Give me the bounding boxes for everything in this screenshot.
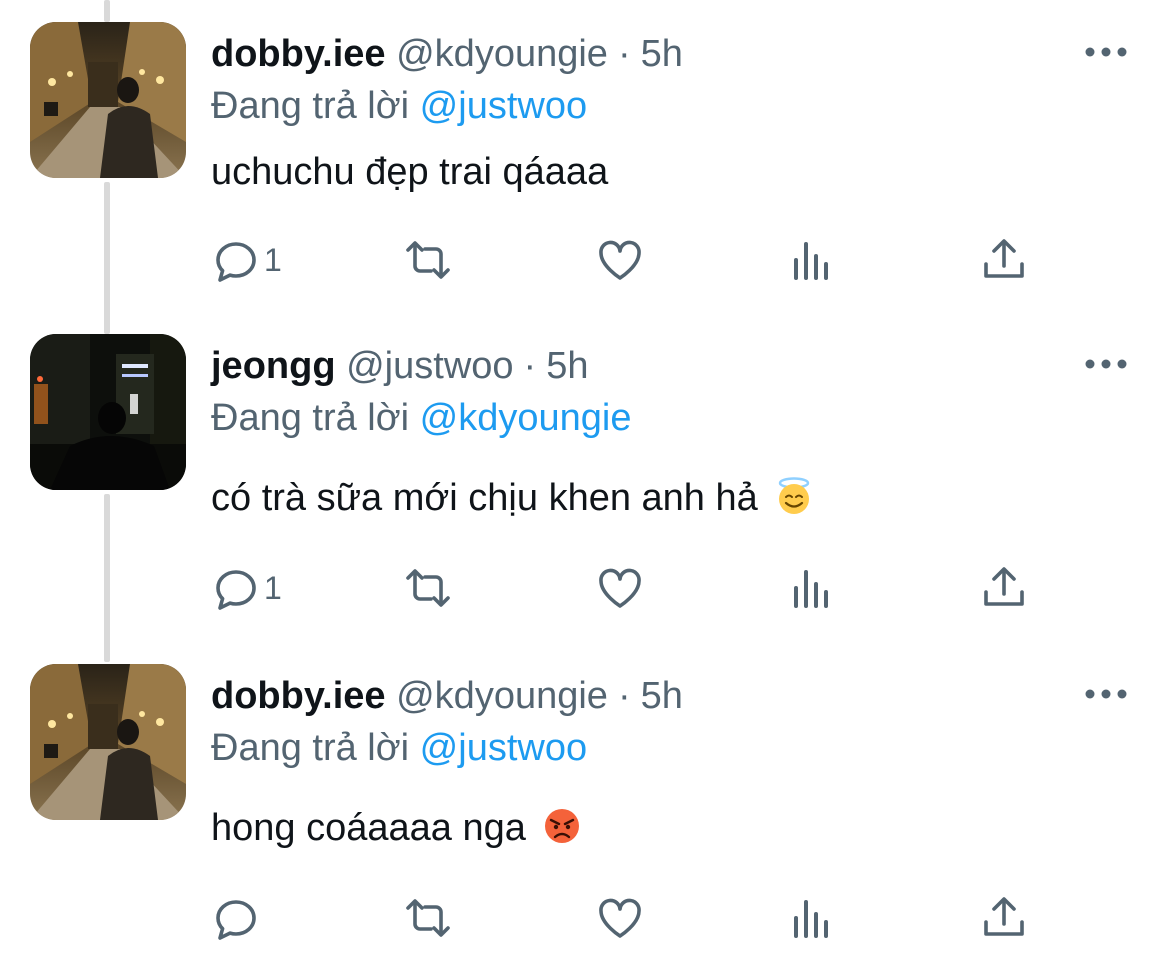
action-bar bbox=[0, 888, 1170, 948]
replying-to: Đang trả lời @justwoo bbox=[211, 82, 587, 130]
reply-count: 1 bbox=[264, 241, 282, 278]
retweet-button[interactable] bbox=[404, 558, 452, 618]
like-icon bbox=[599, 898, 641, 938]
share-button[interactable] bbox=[980, 230, 1028, 290]
angry-face-icon bbox=[545, 809, 580, 843]
share-button[interactable] bbox=[980, 558, 1028, 618]
separator: · bbox=[617, 675, 631, 717]
avatar[interactable] bbox=[30, 334, 186, 490]
mention-link[interactable]: @kdyoungie bbox=[420, 397, 632, 439]
mention-link[interactable]: @justwoo bbox=[420, 727, 587, 769]
reply-count: 1 bbox=[264, 569, 282, 606]
replying-label: Đang trả lời bbox=[211, 85, 410, 127]
smiling-face-with-halo-icon bbox=[779, 477, 810, 514]
tweet[interactable]: dobby.iee @kdyoungie · 5h Đang trả lời @ju… bbox=[0, 22, 1170, 312]
tweet-header: dobby.iee @kdyoungie · 5h bbox=[211, 672, 683, 720]
retweet-button[interactable] bbox=[404, 230, 452, 290]
reply-button[interactable] bbox=[212, 888, 264, 948]
views-icon bbox=[794, 570, 828, 608]
tweet[interactable]: jeongg @justwoo · 5h Đang trả lời @kdyoung… bbox=[0, 334, 1170, 634]
tweet[interactable]: dobby.iee @kdyoungie · 5h Đang trả lời @ju… bbox=[0, 664, 1170, 964]
action-bar: 1 bbox=[0, 230, 1170, 290]
replying-to: Đang trả lời @justwoo bbox=[211, 724, 587, 772]
timestamp[interactable]: 5h bbox=[641, 675, 683, 717]
replying-label: Đang trả lời bbox=[211, 727, 410, 769]
dark-city-night-photo bbox=[30, 334, 186, 490]
views-button[interactable] bbox=[788, 558, 836, 618]
tweet-text-content: uchuchu đẹp trai qáaaa bbox=[211, 151, 609, 193]
like-button[interactable] bbox=[596, 888, 644, 948]
reply-icon bbox=[216, 570, 256, 610]
display-name[interactable]: dobby.iee bbox=[211, 675, 386, 717]
avatar[interactable] bbox=[30, 664, 186, 820]
timestamp[interactable]: 5h bbox=[546, 345, 588, 387]
reply-icon bbox=[216, 900, 256, 940]
tweet-text: hong coáaaaa nga bbox=[211, 804, 582, 852]
like-icon bbox=[599, 568, 641, 608]
tweet-text: có trà sữa mới chịu khen anh hả bbox=[211, 474, 814, 522]
share-icon bbox=[984, 567, 1024, 606]
separator: · bbox=[617, 33, 631, 75]
timestamp[interactable]: 5h bbox=[641, 33, 683, 75]
retweet-icon bbox=[406, 899, 450, 937]
like-icon bbox=[599, 240, 641, 280]
tweet-text-content: hong coáaaaa nga bbox=[211, 807, 526, 849]
street-night-photo bbox=[30, 22, 186, 178]
share-icon bbox=[984, 897, 1024, 936]
tweet-text: uchuchu đẹp trai qáaaa bbox=[211, 148, 608, 196]
display-name[interactable]: jeongg bbox=[211, 345, 336, 387]
tweet-header: jeongg @justwoo · 5h bbox=[211, 342, 588, 390]
replying-label: Đang trả lời bbox=[211, 397, 410, 439]
more-icon[interactable] bbox=[1084, 44, 1128, 60]
replying-to: Đang trả lời @kdyoungie bbox=[211, 394, 632, 442]
views-icon bbox=[794, 242, 828, 280]
share-icon bbox=[984, 239, 1024, 278]
views-icon bbox=[794, 900, 828, 938]
share-button[interactable] bbox=[980, 888, 1028, 948]
user-handle[interactable]: @kdyoungie bbox=[396, 33, 608, 75]
reply-button[interactable]: 1 bbox=[212, 558, 282, 618]
avatar[interactable] bbox=[30, 22, 186, 178]
tweet-header: dobby.iee @kdyoungie · 5h bbox=[211, 30, 683, 78]
like-button[interactable] bbox=[596, 558, 644, 618]
thread-line bbox=[104, 0, 110, 22]
reply-button[interactable]: 1 bbox=[212, 230, 282, 290]
like-button[interactable] bbox=[596, 230, 644, 290]
action-bar: 1 bbox=[0, 558, 1170, 618]
views-button[interactable] bbox=[788, 888, 836, 948]
street-night-photo bbox=[30, 664, 186, 820]
more-icon[interactable] bbox=[1084, 686, 1128, 702]
reply-icon bbox=[216, 242, 256, 282]
mention-link[interactable]: @justwoo bbox=[420, 85, 587, 127]
user-handle[interactable]: @justwoo bbox=[346, 345, 513, 387]
user-handle[interactable]: @kdyoungie bbox=[396, 675, 608, 717]
more-icon[interactable] bbox=[1084, 356, 1128, 372]
tweet-text-content: có trà sữa mới chịu khen anh hả bbox=[211, 477, 758, 519]
separator: · bbox=[523, 345, 537, 387]
display-name[interactable]: dobby.iee bbox=[211, 33, 386, 75]
views-button[interactable] bbox=[788, 230, 836, 290]
retweet-button[interactable] bbox=[404, 888, 452, 948]
retweet-icon bbox=[406, 241, 450, 279]
retweet-icon bbox=[406, 569, 450, 607]
